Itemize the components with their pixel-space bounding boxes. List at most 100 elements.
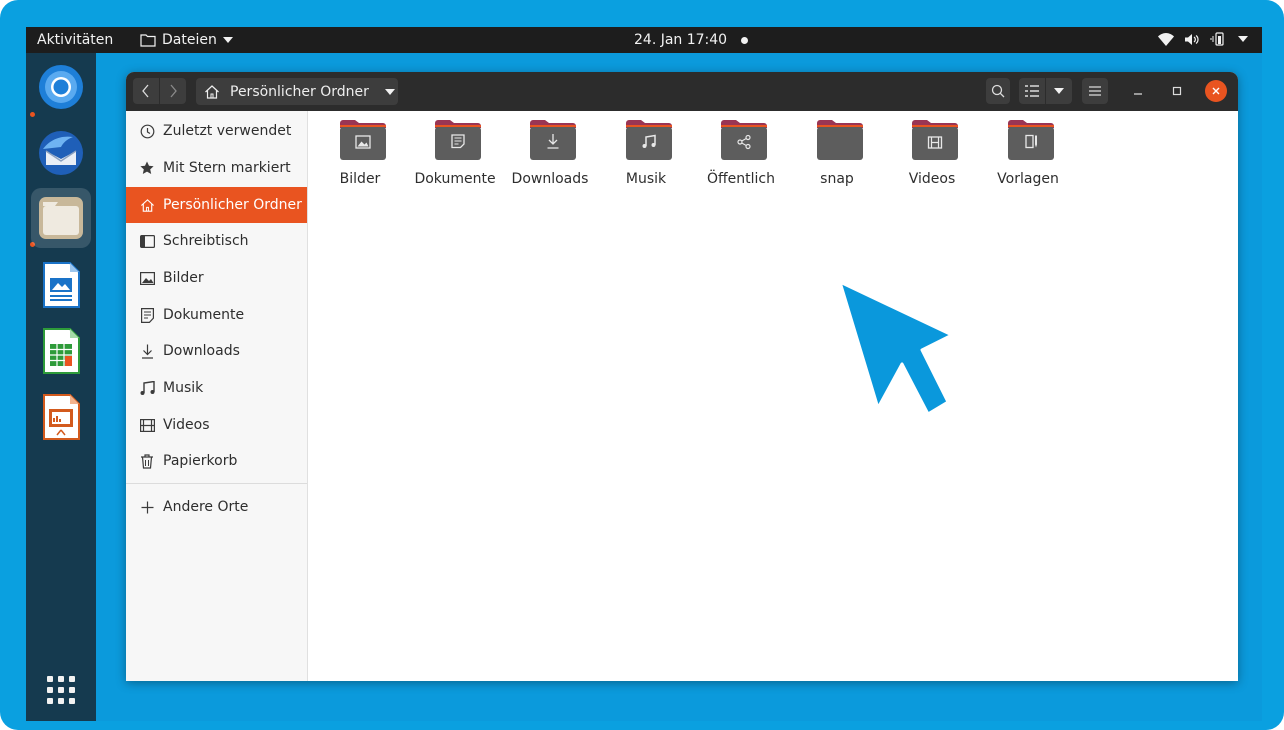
folder-item[interactable]: Vorlagen <box>980 119 1076 189</box>
folder-item[interactable]: snap <box>789 119 885 189</box>
folder-label: Öffentlich <box>707 171 775 187</box>
sidebar-item-trash[interactable]: Papierkorb <box>126 443 307 479</box>
maximize-icon <box>1172 86 1182 96</box>
star-icon <box>139 160 155 176</box>
folder-label: Dokumente <box>414 171 496 187</box>
chromium-icon <box>39 65 83 109</box>
volume-icon <box>1185 33 1199 45</box>
minimize-icon <box>1134 93 1142 95</box>
view-options-button[interactable] <box>1046 78 1072 104</box>
sidebar-item-label: Schreibtisch <box>163 233 249 249</box>
file-view: Bilder Dokumente Downloads Musik Öffentl… <box>308 111 1238 681</box>
sidebar: Zuletzt verwendet Mit Stern markiert Per… <box>126 111 308 681</box>
folder-item[interactable]: Videos <box>884 119 980 189</box>
battery-icon <box>1210 32 1224 46</box>
hamburger-icon <box>1089 86 1101 96</box>
sidebar-item-label: Videos <box>163 417 210 433</box>
sidebar-item-videos[interactable]: Videos <box>126 407 307 443</box>
folder-item[interactable]: Dokumente <box>407 119 503 189</box>
chevron-down-icon <box>384 88 395 95</box>
sidebar-item-desktop[interactable]: Schreibtisch <box>126 223 307 259</box>
plus-icon <box>139 499 155 515</box>
folder-label: snap <box>820 171 854 187</box>
back-button[interactable] <box>133 78 159 104</box>
folder-item[interactable]: Bilder <box>312 119 408 189</box>
home-icon <box>139 197 155 213</box>
sidebar-item-label: Papierkorb <box>163 453 238 469</box>
clock[interactable]: 24. Jan 17:40 <box>634 32 749 48</box>
desktop-icon <box>139 233 155 249</box>
files-window: Persönlicher Ordner Zuletzt verwendet Mi… <box>126 72 1238 681</box>
location-label: Persönlicher Ordner <box>230 83 369 100</box>
location-button[interactable]: Persönlicher Ordner <box>196 78 398 105</box>
sidebar-item-label: Dokumente <box>163 307 245 323</box>
chevron-down-icon <box>1238 36 1248 42</box>
sidebar-item-pictures[interactable]: Bilder <box>126 260 307 296</box>
folder-label: Vorlagen <box>997 171 1059 187</box>
activities-button[interactable]: Aktivitäten <box>37 32 113 48</box>
dock-writer[interactable] <box>31 255 91 315</box>
image-icon <box>139 270 155 286</box>
thunderbird-icon <box>39 131 83 175</box>
sidebar-divider <box>126 483 307 484</box>
header-bar: Persönlicher Ordner <box>126 72 1238 111</box>
sidebar-item-label: Zuletzt verwendet <box>163 123 292 139</box>
home-icon <box>205 84 219 99</box>
forward-button[interactable] <box>160 78 186 104</box>
notification-dot <box>741 36 749 44</box>
film-icon <box>139 417 155 433</box>
system-menu[interactable] <box>1158 32 1248 46</box>
sidebar-item-label: Musik <box>163 380 204 396</box>
clock-text: 24. Jan 17:40 <box>634 32 728 48</box>
sidebar-item-music[interactable]: Musik <box>126 370 307 406</box>
template-icon <box>1008 120 1054 160</box>
folder-label: Videos <box>908 171 956 187</box>
sidebar-item-downloads[interactable]: Downloads <box>126 333 307 369</box>
clock-icon <box>139 123 155 139</box>
folder-label: Musik <box>625 171 667 187</box>
show-apps-button[interactable] <box>44 673 78 707</box>
list-view-icon <box>1025 85 1039 97</box>
folder-item[interactable]: Downloads <box>502 119 598 189</box>
document-icon <box>139 307 155 323</box>
share-icon <box>721 120 767 160</box>
app-menu[interactable]: Dateien <box>140 32 233 48</box>
search-icon <box>991 84 1005 98</box>
dock <box>26 53 96 721</box>
dock-impress[interactable] <box>31 387 91 447</box>
trash-icon <box>139 453 155 469</box>
writer-icon <box>43 262 80 308</box>
view-list-button[interactable] <box>1019 78 1045 104</box>
sidebar-item-starred[interactable]: Mit Stern markiert <box>126 150 307 186</box>
sidebar-item-label: Downloads <box>163 343 240 359</box>
wifi-icon <box>1158 32 1174 46</box>
calc-icon <box>43 328 80 374</box>
search-button[interactable] <box>986 78 1010 104</box>
sidebar-item-recent[interactable]: Zuletzt verwendet <box>126 113 307 149</box>
music-icon <box>139 380 155 396</box>
top-bar: Aktivitäten Dateien 24. Jan 17:40 <box>26 27 1262 53</box>
chevron-right-icon <box>170 84 177 98</box>
dock-thunderbird[interactable] <box>31 123 91 183</box>
files-icon <box>39 197 83 239</box>
dock-files[interactable] <box>31 188 91 248</box>
dock-chromium[interactable] <box>31 57 91 117</box>
image-icon <box>340 120 386 160</box>
desktop: Aktivitäten Dateien 24. Jan 17:40 Persön… <box>26 27 1262 721</box>
dock-calc[interactable] <box>31 321 91 381</box>
folder-icon <box>140 34 156 47</box>
sidebar-item-home[interactable]: Persönlicher Ordner <box>126 187 307 223</box>
folder-item[interactable]: Öffentlich <box>693 119 789 189</box>
impress-icon <box>43 394 80 440</box>
close-button[interactable] <box>1205 80 1227 102</box>
maximize-button[interactable] <box>1166 80 1188 102</box>
sidebar-item-other-locations[interactable]: Andere Orte <box>126 489 307 525</box>
chevron-down-icon <box>1054 88 1064 94</box>
sidebar-item-documents[interactable]: Dokumente <box>126 297 307 333</box>
folder-item[interactable]: Musik <box>598 119 694 189</box>
app-menu-label: Dateien <box>162 32 217 48</box>
minimize-button[interactable] <box>1127 80 1149 102</box>
chevron-down-icon <box>222 37 233 43</box>
music-icon <box>626 120 672 160</box>
main-menu-button[interactable] <box>1082 78 1108 104</box>
